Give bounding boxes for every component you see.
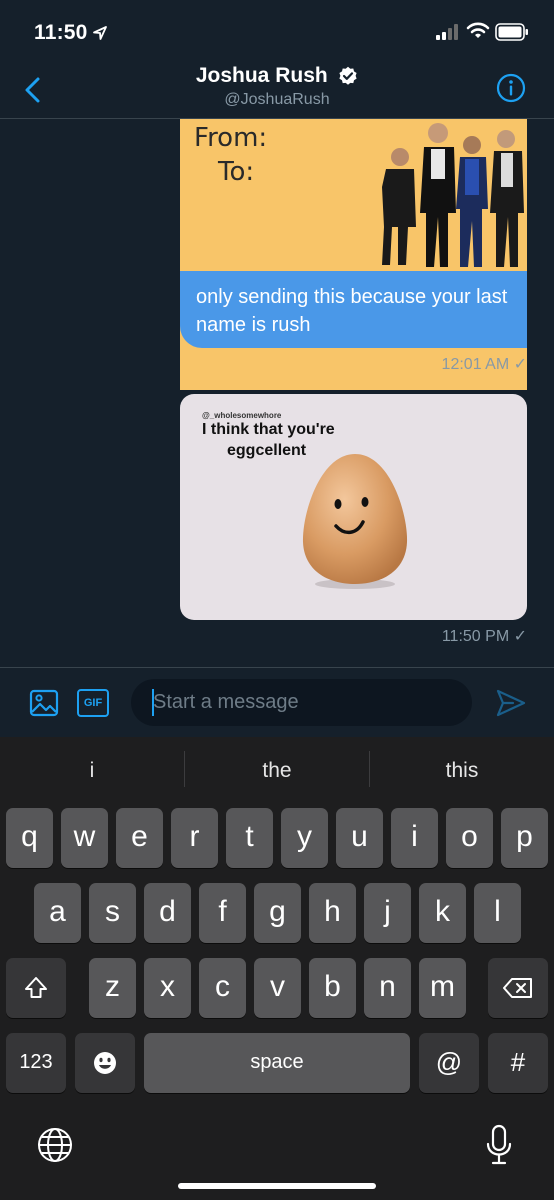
key-c[interactable]: c [199, 958, 246, 1018]
text-cursor [152, 689, 154, 716]
egg-illustration [302, 454, 408, 589]
onscreen-keyboard: i the this q w e r t y u i o p a s d f g… [0, 737, 554, 1200]
key-l[interactable]: l [474, 883, 521, 943]
image-icon[interactable] [29, 688, 59, 718]
header-title[interactable]: Joshua Rush @JoshuaRush [0, 64, 554, 109]
backspace-icon [503, 978, 532, 999]
key-m[interactable]: m [419, 958, 466, 1018]
meme-handle-text: @_wholesomewhore [202, 411, 282, 420]
key-f[interactable]: f [199, 883, 246, 943]
message-composer: GIF [0, 667, 554, 737]
key-g[interactable]: g [254, 883, 301, 943]
key-r[interactable]: r [171, 808, 218, 868]
key-b[interactable]: b [309, 958, 356, 1018]
key-z[interactable]: z [89, 958, 136, 1018]
status-bar: 11:50 [0, 0, 554, 62]
backspace-key[interactable] [488, 958, 548, 1018]
key-h[interactable]: h [309, 883, 356, 943]
meme-caption-line1: I think that you're [202, 421, 335, 438]
contact-handle: @JoshuaRush [224, 91, 330, 108]
battery-icon [495, 23, 528, 41]
message-bubble[interactable]: only sending this because your last name… [180, 271, 527, 348]
globe-icon[interactable] [37, 1127, 73, 1163]
card-from-label: From: [194, 123, 268, 153]
key-a[interactable]: a [34, 883, 81, 943]
verified-badge-icon [339, 66, 357, 85]
suggestion-1[interactable]: i [0, 737, 184, 804]
conversation-header: Joshua Rush @JoshuaRush [0, 62, 554, 119]
message-input[interactable] [131, 679, 472, 726]
send-icon[interactable] [495, 688, 527, 718]
band-photo [382, 123, 524, 267]
home-indicator[interactable] [178, 1183, 376, 1189]
shift-icon [25, 977, 47, 999]
gif-button[interactable]: GIF [77, 689, 109, 717]
key-t[interactable]: t [226, 808, 273, 868]
numbers-key[interactable]: 123 [6, 1033, 66, 1093]
cellular-signal-icon [436, 24, 458, 40]
emoji-key[interactable] [75, 1033, 135, 1093]
message-timestamp: 12:01 AM ✓ [441, 356, 527, 373]
emoji-icon [94, 1052, 116, 1075]
key-v[interactable]: v [254, 958, 301, 1018]
space-key[interactable]: space [144, 1033, 410, 1093]
key-o[interactable]: o [446, 808, 493, 868]
message-image-egg-meme[interactable]: @_wholesomewhore I think that you're egg… [180, 394, 527, 620]
wifi-icon [466, 22, 490, 38]
microphone-icon[interactable] [485, 1124, 513, 1166]
message-image-valentine-card[interactable]: From: To: [180, 119, 527, 390]
status-time: 11:50 [34, 21, 88, 44]
key-n[interactable]: n [364, 958, 411, 1018]
key-k[interactable]: k [419, 883, 466, 943]
key-x[interactable]: x [144, 958, 191, 1018]
suggestion-bar: i the this [0, 737, 554, 804]
contact-name: Joshua Rush [195, 64, 328, 87]
location-arrow-icon [93, 26, 107, 40]
key-d[interactable]: d [144, 883, 191, 943]
info-icon[interactable] [496, 73, 526, 103]
message-list[interactable]: From: To: only sending this because your… [0, 119, 554, 667]
shift-key[interactable] [6, 958, 66, 1018]
key-p[interactable]: p [501, 808, 548, 868]
key-i[interactable]: i [391, 808, 438, 868]
key-u[interactable]: u [336, 808, 383, 868]
key-w[interactable]: w [61, 808, 108, 868]
message-timestamp: 11:50 PM ✓ [441, 628, 527, 645]
key-y[interactable]: y [281, 808, 328, 868]
key-j[interactable]: j [364, 883, 411, 943]
hash-key[interactable]: # [488, 1033, 548, 1093]
suggestion-3[interactable]: this [370, 737, 554, 804]
key-q[interactable]: q [6, 808, 53, 868]
at-key[interactable]: @ [419, 1033, 479, 1093]
key-e[interactable]: e [116, 808, 163, 868]
suggestion-2[interactable]: the [185, 737, 369, 804]
card-to-label: To: [218, 157, 255, 187]
key-s[interactable]: s [89, 883, 136, 943]
